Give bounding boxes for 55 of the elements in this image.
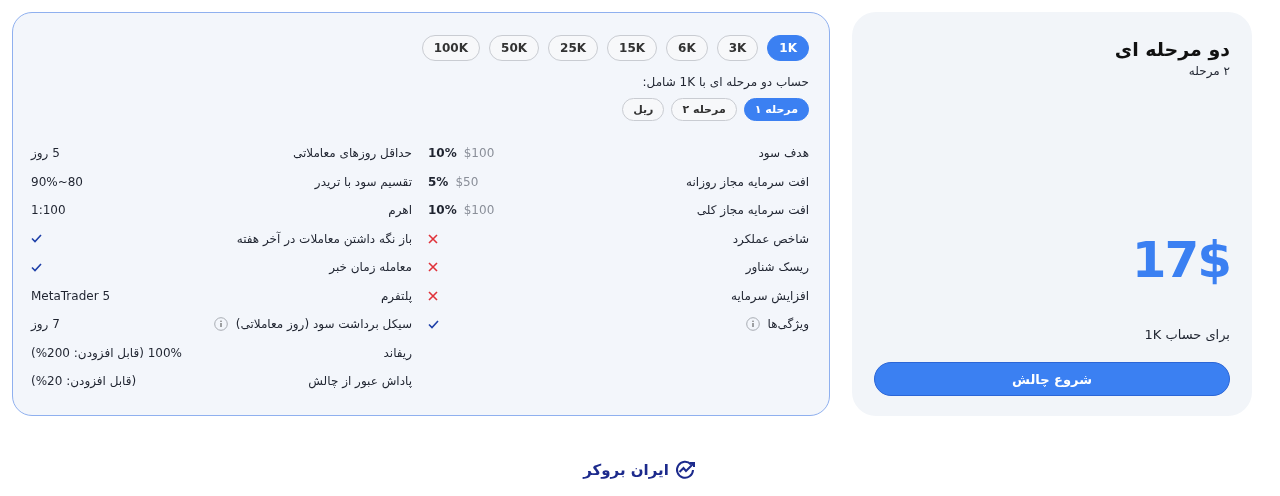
price-caption: برای حساب 1K xyxy=(1143,327,1230,342)
percent-value: 10% xyxy=(428,203,457,218)
detail-label: افزایش سرمایه xyxy=(731,288,809,303)
phase-tab[interactable]: مرحله ۱ xyxy=(743,98,809,121)
percent-value: 10% xyxy=(428,146,457,161)
cross-icon xyxy=(428,290,438,301)
check-icon xyxy=(31,262,42,272)
account-size-tab[interactable]: 15K xyxy=(607,35,658,61)
account-size-tab[interactable]: 25K xyxy=(548,35,599,61)
detail-value: 100% (قابل افزودن: 200%) xyxy=(31,345,182,360)
amount-value: $50 xyxy=(455,174,479,189)
amount-value: $100 xyxy=(463,203,495,218)
plan-subtitle: ۲ مرحله xyxy=(1187,64,1230,78)
check-icon xyxy=(31,234,42,244)
plan-title: دو مرحله ای xyxy=(1113,38,1230,60)
amount-value: $100 xyxy=(463,146,495,161)
detail-value: (قابل افزودن: 20%) xyxy=(31,374,137,389)
detail-label: حداقل روزهای معاملاتی xyxy=(292,146,412,161)
account-size-tab[interactable]: 6K xyxy=(666,35,708,61)
detail-label: ریفاند xyxy=(383,345,412,360)
detail-value: 1:100 xyxy=(31,203,66,218)
cross-icon xyxy=(428,233,438,244)
phase-tab[interactable]: مرحله ۲ xyxy=(671,98,737,121)
brand-name: ایران بروکر xyxy=(583,461,669,479)
detail-label: پاداش عبور از چالش xyxy=(308,374,412,389)
detail-value: 80~90% xyxy=(31,174,83,189)
account-size-tab[interactable]: 1K xyxy=(767,35,809,61)
detail-label: باز نگه داشتن معاملات در آخر هفته xyxy=(236,231,412,246)
check-icon xyxy=(428,319,439,329)
detail-label: شاخص عملکرد xyxy=(732,231,809,246)
detail-label: هدف سود xyxy=(758,146,809,161)
detail-label: سیکل برداشت سود (روز معاملاتی) xyxy=(235,317,412,332)
detail-label: افت سرمایه مجاز کلی xyxy=(696,203,809,218)
account-size-tab[interactable]: 100K xyxy=(421,35,481,61)
detail-value: 5 روز xyxy=(31,146,60,161)
account-size-tab[interactable]: 3K xyxy=(716,35,759,61)
detail-label: پلتفرم xyxy=(380,288,412,303)
start-challenge-button[interactable]: شروع چالش xyxy=(874,362,1230,396)
detail-label: تقسیم سود با تریدر xyxy=(314,174,412,189)
detail-label: ریسک شناور xyxy=(745,260,809,275)
detail-label: افت سرمایه مجاز روزانه xyxy=(686,174,809,189)
detail-label: ویژگی‌ها xyxy=(767,317,809,332)
account-size-tab[interactable]: 50K xyxy=(489,35,540,61)
info-icon[interactable] xyxy=(213,317,228,332)
percent-value: 5% xyxy=(428,174,449,189)
detail-value: MetaTrader 5 xyxy=(31,288,111,303)
detail-value: 7 روز xyxy=(31,317,60,332)
detail-label: اهرم xyxy=(388,203,412,218)
plan-price: 17$ xyxy=(1130,231,1230,289)
info-icon[interactable] xyxy=(745,317,760,332)
phase-tab[interactable]: ریل xyxy=(622,98,665,121)
cross-icon xyxy=(428,262,438,273)
detail-label: معامله زمان خبر xyxy=(329,260,412,275)
chart-logo-icon xyxy=(674,460,697,480)
intro-text: حساب دو مرحله ای با 1K شامل: xyxy=(641,75,809,89)
